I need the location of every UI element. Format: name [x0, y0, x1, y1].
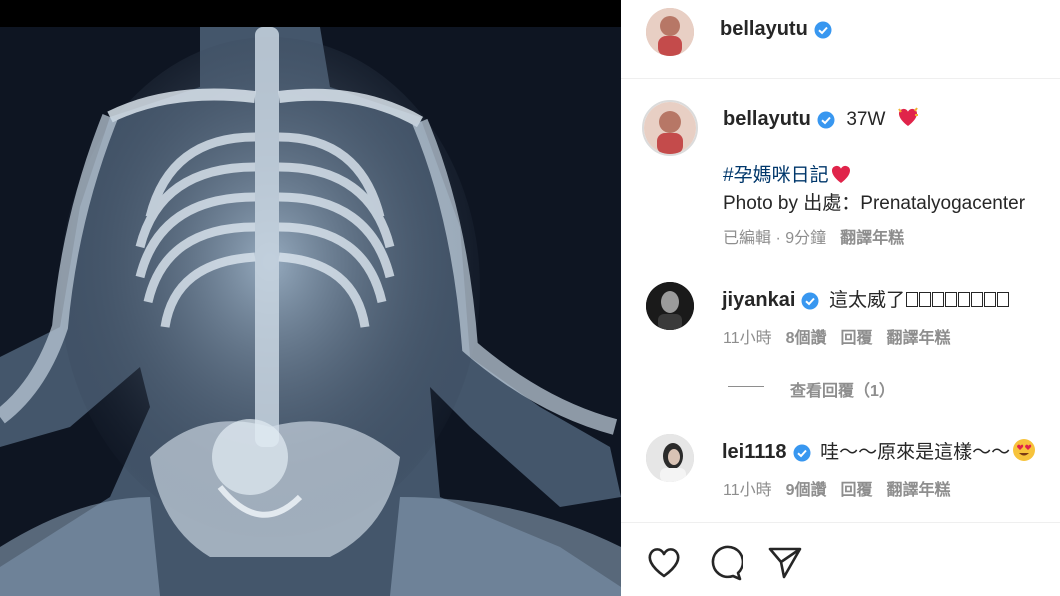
header-username[interactable]: bellayutu	[720, 18, 808, 40]
verified-badge-icon	[793, 444, 811, 462]
comment-bubble-icon[interactable]	[707, 545, 743, 581]
comment-likes[interactable]: 9個讚	[786, 482, 827, 499]
xray-skeleton-image	[0, 27, 621, 596]
post-header: bellayutu	[621, 0, 1060, 79]
caption-likes: 37W	[846, 109, 886, 130]
caption-translate-link[interactable]: 翻譯年糕	[840, 230, 904, 247]
comment-text: 哇～～原來是這樣～～	[820, 442, 1011, 463]
missing-glyph-boxes	[905, 289, 1009, 311]
comment-translate-link[interactable]: 翻譯年糕	[887, 482, 951, 499]
author-avatar[interactable]	[646, 8, 694, 56]
comment-likes[interactable]: 8個讚	[786, 330, 827, 347]
verified-badge-icon	[817, 111, 835, 129]
comment-translate-link[interactable]: 翻譯年糕	[887, 330, 951, 347]
post-image[interactable]	[0, 0, 621, 596]
heart-eyes-emoji-icon	[1013, 439, 1036, 461]
comment-text: 這太威了	[828, 290, 905, 311]
comment-username[interactable]: jiyankai	[722, 289, 795, 311]
caption-hashtag[interactable]: #孕媽咪日記	[723, 165, 829, 186]
view-replies-button[interactable]: 查看回覆（1）	[790, 377, 895, 401]
caption-username[interactable]: bellayutu	[723, 108, 811, 130]
share-paper-plane-icon[interactable]	[767, 546, 803, 580]
like-heart-icon[interactable]	[646, 545, 682, 579]
caption-avatar-image	[644, 102, 696, 154]
comment-reply-button[interactable]: 回覆	[841, 482, 873, 499]
comment-reply-button[interactable]: 回覆	[841, 330, 873, 347]
comment-avatar-lei1118[interactable]	[646, 434, 694, 482]
caption-photo-credit: Photo by 出處：Prenatalyogacenter	[723, 193, 1026, 214]
comment-time[interactable]: 11小時	[723, 482, 772, 499]
caption-avatar[interactable]	[642, 100, 698, 156]
image-top-bar	[0, 0, 621, 27]
sparkling-heart-icon	[898, 107, 918, 126]
comment-username[interactable]: lei1118	[722, 441, 787, 463]
actions-divider	[621, 522, 1060, 523]
author-avatar-image	[646, 8, 694, 56]
comment-avatar-image	[646, 282, 694, 330]
comment-avatar-image	[646, 434, 694, 482]
verified-badge-icon	[801, 292, 819, 310]
caption-edited-time[interactable]: 已編輯 · 9分鐘	[723, 230, 826, 247]
comment-time[interactable]: 11小時	[723, 330, 772, 347]
red-heart-icon	[831, 165, 850, 183]
view-replies-line	[728, 386, 764, 387]
verified-badge-icon	[814, 21, 832, 39]
post-panel: bellayutu bellayutu 37W #孕媽咪日記 Photo by …	[621, 0, 1060, 596]
comment-avatar-jiyankai[interactable]	[646, 282, 694, 330]
